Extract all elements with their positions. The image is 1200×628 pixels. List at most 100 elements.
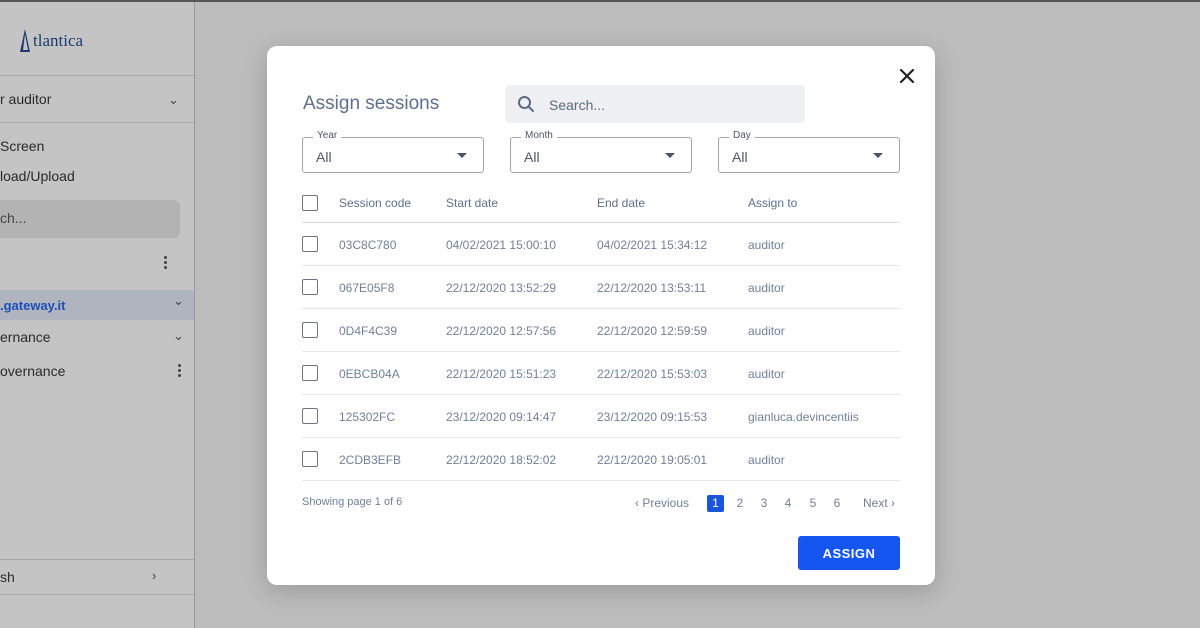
row-checkbox[interactable] <box>302 365 318 381</box>
previous-label: Previous <box>642 496 690 510</box>
page-4-button[interactable]: 4 <box>783 495 793 512</box>
chevron-right-icon: › <box>891 496 896 510</box>
row-checkbox[interactable] <box>302 236 318 252</box>
assign-button[interactable]: ASSIGN <box>798 536 900 570</box>
table-row[interactable]: 067E05F8 22/12/2020 13:52:29 22/12/2020 … <box>302 266 900 309</box>
start-date: 22/12/2020 12:57:56 <box>446 324 557 338</box>
dialog-title: Assign sessions <box>303 93 440 114</box>
brand-name: tlantica <box>33 31 84 50</box>
end-date: 22/12/2020 12:59:59 <box>597 324 708 338</box>
start-date: 23/12/2020 09:14:47 <box>446 410 557 424</box>
table-header: Session code Start date End date Assign … <box>302 182 900 223</box>
day-select-value: All <box>732 149 748 165</box>
assign-sessions-dialog: Assign sessions Year All Month All Day A… <box>267 46 935 585</box>
start-date: 22/12/2020 15:51:23 <box>446 367 557 381</box>
day-select[interactable]: Day All <box>718 130 900 173</box>
caret-down-icon <box>457 153 467 158</box>
page-2-button[interactable]: 2 <box>735 495 745 512</box>
column-header-start-date[interactable]: Start date <box>446 196 498 210</box>
column-header-end-date[interactable]: End date <box>597 196 645 210</box>
chevron-down-icon[interactable]: ⌄ <box>173 293 184 309</box>
start-date: 04/02/2021 15:00:10 <box>446 238 557 252</box>
search-icon <box>518 96 534 112</box>
assignee: auditor <box>748 453 785 467</box>
table-row[interactable]: 0EBCB04A 22/12/2020 15:51:23 22/12/2020 … <box>302 352 900 395</box>
end-date: 04/02/2021 15:34:12 <box>597 238 708 252</box>
page-6-button[interactable]: 6 <box>832 495 842 512</box>
brand-logo[interactable]: tlantica <box>18 28 83 54</box>
next-label: Next <box>863 496 888 510</box>
page-5-button[interactable]: 5 <box>808 495 818 512</box>
row-checkbox[interactable] <box>302 451 318 467</box>
row-checkbox[interactable] <box>302 408 318 424</box>
end-date: 22/12/2020 13:53:11 <box>597 281 707 295</box>
more-vertical-icon[interactable] <box>164 256 167 269</box>
table-row[interactable]: 125302FC 23/12/2020 09:14:47 23/12/2020 … <box>302 395 900 438</box>
assignee: auditor <box>748 367 785 381</box>
sidebar-divider <box>0 122 194 123</box>
next-page-button[interactable]: Next › <box>863 495 895 512</box>
row-checkbox[interactable] <box>302 322 318 338</box>
session-code: 03C8C780 <box>339 238 397 252</box>
start-date: 22/12/2020 13:52:29 <box>446 281 557 295</box>
previous-page-button[interactable]: ‹ Previous <box>635 495 689 512</box>
chevron-down-icon[interactable]: ⌄ <box>168 92 179 108</box>
search-input[interactable] <box>547 85 801 125</box>
chevron-down-icon[interactable]: ⌄ <box>173 328 184 344</box>
sidebar-divider <box>0 75 194 76</box>
sidebar-search[interactable]: ch... <box>0 200 180 238</box>
sidebar-search-placeholder: ch... <box>0 210 27 226</box>
session-code: 0D4F4C39 <box>339 324 398 338</box>
assignee: auditor <box>748 324 785 338</box>
month-select-label: Month <box>521 130 557 141</box>
caret-down-icon <box>873 153 883 158</box>
select-all-checkbox[interactable] <box>302 195 318 211</box>
user-menu[interactable]: r auditor <box>0 91 51 107</box>
sessions-table: Session code Start date End date Assign … <box>302 182 900 481</box>
sidebar-tree-item-active[interactable]: .gateway.it ⌄ <box>0 290 194 320</box>
caret-down-icon <box>665 153 675 158</box>
session-code: 125302FC <box>339 410 396 424</box>
pagination: ‹ Previous 1 2 3 4 5 6 Next › <box>635 495 900 513</box>
table-row[interactable]: 03C8C780 04/02/2021 15:00:10 04/02/2021 … <box>302 223 900 266</box>
session-search[interactable] <box>505 85 805 125</box>
sidebar-tree-item[interactable]: overnance <box>0 363 65 379</box>
end-date: 23/12/2020 09:15:53 <box>597 410 708 424</box>
year-select[interactable]: Year All <box>302 130 484 173</box>
chevron-right-icon[interactable]: › <box>152 568 156 583</box>
page-3-button[interactable]: 3 <box>759 495 769 512</box>
sail-logo-icon <box>20 29 30 52</box>
end-date: 22/12/2020 19:05:01 <box>597 453 708 467</box>
session-code: 067E05F8 <box>339 281 395 295</box>
app: tlantica r auditor ⌄ Screen load/Upload … <box>0 0 1200 628</box>
close-icon[interactable] <box>897 66 917 86</box>
row-checkbox[interactable] <box>302 279 318 295</box>
table-row[interactable]: 0D4F4C39 22/12/2020 12:57:56 22/12/2020 … <box>302 309 900 352</box>
year-select-value: All <box>316 149 332 165</box>
year-select-label: Year <box>313 130 342 141</box>
page-status: Showing page 1 of 6 <box>302 496 403 508</box>
session-code: 2CDB3EFB <box>339 453 402 467</box>
tree-item-label: .gateway.it <box>0 298 66 313</box>
sidebar-divider <box>0 594 194 595</box>
month-select[interactable]: Month All <box>510 130 692 173</box>
sidebar-link-upload[interactable]: load/Upload <box>0 168 75 184</box>
page-1-button[interactable]: 1 <box>707 495 724 512</box>
sidebar-footer-item[interactable]: sh <box>0 569 15 585</box>
session-code: 0EBCB04A <box>339 367 400 381</box>
end-date: 22/12/2020 15:53:03 <box>597 367 708 381</box>
assignee: auditor <box>748 238 785 252</box>
start-date: 22/12/2020 18:52:02 <box>446 453 557 467</box>
day-select-label: Day <box>729 130 755 141</box>
more-vertical-icon[interactable] <box>178 364 181 377</box>
sidebar-link-screen[interactable]: Screen <box>0 138 44 154</box>
table-row[interactable]: 2CDB3EFB 22/12/2020 18:52:02 22/12/2020 … <box>302 438 900 481</box>
chevron-left-icon: ‹ <box>635 496 639 510</box>
sidebar-tree-item[interactable]: ernance <box>0 329 51 345</box>
assignee: auditor <box>748 281 785 295</box>
assignee: gianluca.devincentiis <box>748 410 859 424</box>
column-header-session-code[interactable]: Session code <box>339 196 411 210</box>
sidebar-divider <box>0 559 194 560</box>
column-header-assign-to[interactable]: Assign to <box>748 196 797 210</box>
sidebar: tlantica r auditor ⌄ Screen load/Upload … <box>0 2 195 628</box>
